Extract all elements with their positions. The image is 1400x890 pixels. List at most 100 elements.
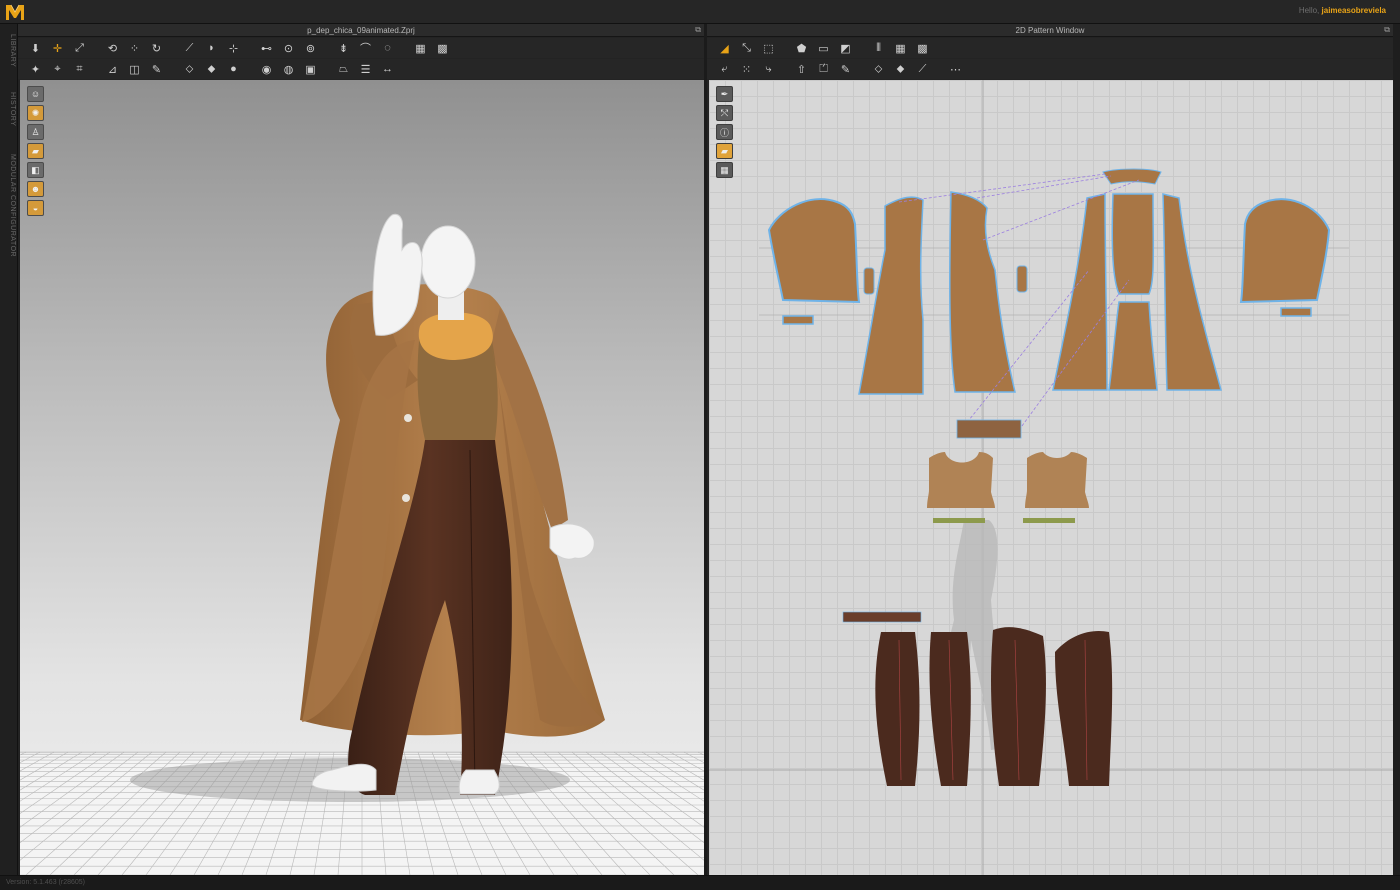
pattern-back-left[interactable] bbox=[1052, 193, 1108, 391]
mirror-sew-tool-button[interactable]: ⤷ bbox=[759, 61, 778, 77]
viewport-2d[interactable]: ✒ ⤲ ⓘ ▰ ▦ bbox=[709, 80, 1393, 875]
mannequin-head bbox=[420, 225, 476, 299]
fit-box-tool-button[interactable]: ◫ bbox=[125, 61, 144, 77]
pin-tool-button[interactable]: ⌖ bbox=[48, 61, 67, 77]
grid2-tool-button[interactable]: ▦ bbox=[891, 40, 910, 56]
texture2-tool-button[interactable]: ✎ bbox=[836, 61, 855, 77]
avatar-view-button[interactable]: ☺ bbox=[27, 86, 44, 102]
rectangle-tool-button[interactable]: ▭ bbox=[814, 40, 833, 56]
edit-pattern-tool-button[interactable]: ⬚ bbox=[759, 40, 778, 56]
stars-icon: ✺ bbox=[31, 107, 40, 118]
graphic-edit-tool-button[interactable]: ⬥ bbox=[202, 61, 221, 77]
scene-3d bbox=[20, 213, 704, 875]
pattern-back-right[interactable] bbox=[1162, 193, 1222, 391]
pin-box-tool-button[interactable]: ⌗ bbox=[70, 61, 89, 77]
free-sew-tool-button[interactable]: ⁙ bbox=[737, 61, 756, 77]
camera-tool-button[interactable]: ▣ bbox=[301, 61, 320, 77]
point-tool-button[interactable]: ● bbox=[224, 61, 243, 77]
pattern-front-right[interactable] bbox=[949, 191, 1016, 393]
info-button[interactable]: ⓘ bbox=[716, 124, 733, 140]
measure-tool-button[interactable]: ◌ bbox=[378, 40, 397, 56]
viewport-3d[interactable]: ☺ ✺ ♙ ▰ ◧ ☻ ◒ bbox=[20, 80, 704, 875]
panel-2d-maximize-icon[interactable]: ⧉ bbox=[1384, 26, 1390, 34]
tab-modular-configurator[interactable]: MODULAR CONFIGURATOR bbox=[2, 154, 16, 257]
zipper-tool-button[interactable]: ⇟ bbox=[334, 40, 353, 56]
ruler-tool-button[interactable]: ⟋ bbox=[913, 61, 932, 77]
tack-tool-button[interactable]: ⊹ bbox=[224, 40, 243, 56]
grid-tool-button[interactable]: ▦ bbox=[411, 40, 430, 56]
pattern-rib-front[interactable] bbox=[933, 518, 985, 523]
pattern-pant-1[interactable] bbox=[875, 632, 920, 786]
graphic3-tool-button[interactable]: ⬥ bbox=[891, 61, 910, 77]
pattern-pant-4[interactable] bbox=[1055, 630, 1113, 786]
garment-fit-tool-button[interactable]: ⏍ bbox=[814, 61, 833, 77]
stars-button[interactable]: ✺ bbox=[27, 105, 44, 121]
select-move-tool-button[interactable]: ✛ bbox=[48, 40, 67, 56]
grid2-edit-tool-button[interactable]: ▩ bbox=[913, 40, 932, 56]
polygon-tool-button[interactable]: ⬟ bbox=[792, 40, 811, 56]
tack-on-tool-button[interactable]: ⇧ bbox=[792, 61, 811, 77]
graphic-tool-button[interactable]: ⬦ bbox=[180, 61, 199, 77]
pattern-pant-2[interactable] bbox=[929, 632, 971, 786]
arrange-points-tool-button[interactable]: ⁘ bbox=[125, 40, 144, 56]
hanger-tool-button[interactable]: ⏢ bbox=[334, 61, 353, 77]
right-edge-handle[interactable] bbox=[1393, 24, 1400, 875]
coat-button bbox=[402, 494, 410, 502]
tab-history[interactable]: HISTORY bbox=[2, 92, 16, 126]
avatar-pose-tool-button[interactable]: ✦ bbox=[26, 61, 45, 77]
pattern-collar[interactable] bbox=[1102, 168, 1162, 185]
hair-button[interactable]: ◒ bbox=[27, 200, 44, 216]
panel-3d-maximize-icon[interactable]: ⧉ bbox=[695, 26, 701, 34]
pattern-belt[interactable] bbox=[956, 419, 1022, 439]
avatar-pose-icon: ✦ bbox=[30, 63, 41, 76]
pen-button[interactable]: ✒ bbox=[716, 86, 733, 102]
grid-edit-tool-button[interactable]: ▩ bbox=[433, 40, 452, 56]
pattern-sleeve-right[interactable] bbox=[1239, 198, 1331, 304]
tab-library[interactable]: LIBRARY bbox=[2, 34, 16, 67]
tack-arrange-tool-button[interactable]: ⊷ bbox=[257, 40, 276, 56]
brush-tool-button[interactable]: ⟋ bbox=[180, 40, 199, 56]
tape-measure-tool-button[interactable]: ⋯ bbox=[946, 61, 965, 77]
pattern-sweater-front[interactable] bbox=[927, 452, 995, 508]
transform-tool-button[interactable]: ⤢ bbox=[70, 40, 89, 56]
pattern-pocket-flap-right[interactable] bbox=[1016, 265, 1028, 293]
buttonhole-tool-button[interactable]: ⊚ bbox=[301, 40, 320, 56]
steam-tool-button[interactable]: ◗ bbox=[202, 40, 221, 56]
fold-arrange-tool-button[interactable]: ⟲ bbox=[103, 40, 122, 56]
marvelous-logo-icon[interactable] bbox=[4, 2, 26, 22]
rotate-tool-button[interactable]: ↻ bbox=[147, 40, 166, 56]
select-pattern-tool-button[interactable]: ◢ bbox=[715, 40, 734, 56]
pattern-cuff-left[interactable] bbox=[782, 315, 814, 325]
pattern-fill-button[interactable]: ▰ bbox=[716, 143, 733, 159]
pattern-sweater-back[interactable] bbox=[1025, 452, 1089, 508]
sphere-tool-button[interactable]: ◉ bbox=[257, 61, 276, 77]
expand-tool-button[interactable]: ↔ bbox=[378, 61, 397, 77]
pattern-cuff-right[interactable] bbox=[1280, 307, 1312, 317]
pattern-rib-back[interactable] bbox=[1023, 518, 1075, 523]
pattern-sleeve-left[interactable] bbox=[767, 198, 861, 304]
avatar-body-button[interactable]: ♙ bbox=[27, 124, 44, 140]
fit-tool-button[interactable]: ⊿ bbox=[103, 61, 122, 77]
pattern-view-button[interactable]: ▰ bbox=[27, 143, 44, 159]
pattern-waistband[interactable] bbox=[842, 611, 922, 623]
dart-tool-button[interactable]: ⫴ bbox=[869, 40, 888, 56]
segment-sew-tool-button[interactable]: ⤶ bbox=[715, 61, 734, 77]
layer-tool-button[interactable]: ☰ bbox=[356, 61, 375, 77]
internal-shape-tool-button[interactable]: ◩ bbox=[836, 40, 855, 56]
move-down-tool-button[interactable]: ⬇ bbox=[26, 40, 45, 56]
sphere-lock-tool-button[interactable]: ◍ bbox=[279, 61, 298, 77]
pattern-pocket-flap-left[interactable] bbox=[863, 267, 875, 295]
pattern-back-center[interactable] bbox=[1108, 193, 1158, 391]
pattern-front-left[interactable] bbox=[858, 196, 924, 395]
user-greeting[interactable]: Hello, jaimeasobreviela bbox=[1299, 6, 1386, 15]
graphic2-tool-button[interactable]: ⬦ bbox=[869, 61, 888, 77]
button-tool-button[interactable]: ⊙ bbox=[279, 40, 298, 56]
tape-tool-button[interactable]: ⌒ bbox=[356, 40, 375, 56]
edit-sewing-button[interactable]: ⤲ bbox=[716, 105, 733, 121]
skin-button[interactable]: ☻ bbox=[27, 181, 44, 197]
transform-pattern-tool-button[interactable]: ⤡ bbox=[737, 40, 756, 56]
username[interactable]: jaimeasobreviela bbox=[1322, 6, 1386, 15]
texture-tool-button[interactable]: ✎ bbox=[147, 61, 166, 77]
shade-button[interactable]: ◧ bbox=[27, 162, 44, 178]
grid-toggle-button[interactable]: ▦ bbox=[716, 162, 733, 178]
